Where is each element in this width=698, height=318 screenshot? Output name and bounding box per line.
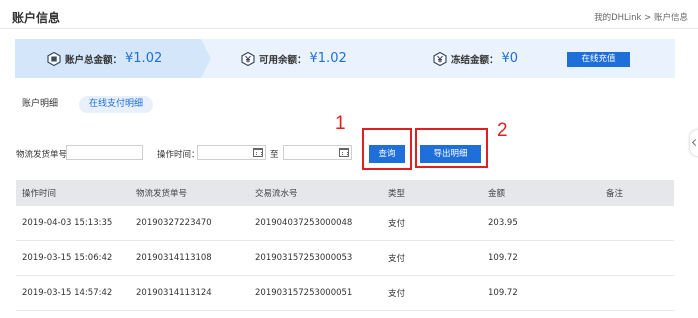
operation-time-cell: 2019-03-15 14:57:42 (22, 288, 113, 298)
column-header-remark: 备注 (606, 189, 624, 199)
annotation-box-2 (415, 128, 488, 168)
type-cell: 支付 (388, 219, 406, 229)
date-range-to-label: 至 (270, 150, 279, 160)
calendar-icon[interactable] (339, 148, 349, 157)
total-amount-stat: 账户总金额： ¥1.02 (47, 39, 162, 78)
table-row: 2019-03-15 14:57:42 20190314113124 20190… (16, 276, 674, 311)
available-balance-label: 可用余额： (259, 54, 307, 66)
annotation-box-1 (362, 128, 412, 170)
account-summary-bar: 账户总金额： ¥1.02 可用余额： ¥1.02 冻结金额： ¥0 在线充值 (15, 39, 675, 78)
start-date-input[interactable] (197, 145, 266, 160)
order-number-input[interactable] (66, 145, 143, 160)
page-title: 账户信息 (12, 11, 61, 25)
recharge-button[interactable]: 在线充值 (567, 52, 630, 67)
operation-time-cell: 2019-04-03 15:13:35 (22, 218, 113, 228)
amount-cell: 203.95 (488, 218, 518, 228)
side-collapse-handle[interactable] (690, 130, 698, 156)
tab-online-payment-detail[interactable]: 在线支付明细 (79, 96, 153, 113)
total-amount-label: 账户总金额： (65, 54, 123, 66)
column-header-amount: 金额 (488, 189, 506, 199)
transaction-number-cell: 201903157253000051 (255, 288, 353, 298)
order-number-label: 物流发货单号 (16, 150, 68, 160)
column-header-order-number: 物流发货单号 (136, 189, 188, 199)
operation-time-label: 操作时间： (157, 150, 200, 160)
available-balance-stat: 可用余额： ¥1.02 (241, 39, 347, 78)
yen-icon (241, 51, 255, 66)
breadcrumb[interactable]: 我的DHLink > 账户信息 (594, 11, 688, 23)
table-header-row: 操作时间 物流发货单号 交易流水号 类型 金额 备注 (16, 180, 674, 206)
frozen-amount-stat: 冻结金额： ¥0 (433, 39, 518, 78)
type-cell: 支付 (388, 289, 406, 299)
header-divider (0, 28, 698, 29)
column-header-operation-time: 操作时间 (22, 189, 57, 199)
total-amount-value: ¥1.02 (125, 51, 163, 66)
amount-cell: 109.72 (488, 253, 518, 263)
column-header-type: 类型 (388, 189, 406, 199)
amount-cell: 109.72 (488, 288, 518, 298)
available-balance-value: ¥1.02 (309, 51, 347, 66)
yen-icon (433, 51, 447, 66)
transaction-number-cell: 201904037253000048 (255, 218, 353, 228)
payment-detail-table: 操作时间 物流发货单号 交易流水号 类型 金额 备注 2019-04-03 15… (16, 180, 674, 311)
tab-account-detail[interactable]: 账户明细 (22, 96, 58, 113)
transaction-number-cell: 201903157253000053 (255, 253, 353, 263)
order-number-cell: 20190314113124 (136, 288, 212, 298)
calendar-icon[interactable] (253, 148, 263, 157)
frozen-amount-value: ¥0 (501, 51, 519, 66)
table-row: 2019-03-15 15:06:42 20190314113108 20190… (16, 241, 674, 276)
order-number-cell: 20190327223470 (136, 218, 212, 228)
annotation-number-1: 1 (335, 113, 346, 134)
annotation-number-2: 2 (497, 120, 508, 141)
order-number-cell: 20190314113108 (136, 253, 212, 263)
column-header-transaction-number: 交易流水号 (255, 189, 298, 199)
wallet-icon (47, 51, 61, 66)
end-date-input[interactable] (283, 145, 352, 160)
table-row: 2019-04-03 15:13:35 20190327223470 20190… (16, 206, 674, 241)
type-cell: 支付 (388, 254, 406, 264)
frozen-amount-label: 冻结金额： (451, 54, 499, 66)
operation-time-cell: 2019-03-15 15:06:42 (22, 253, 113, 263)
